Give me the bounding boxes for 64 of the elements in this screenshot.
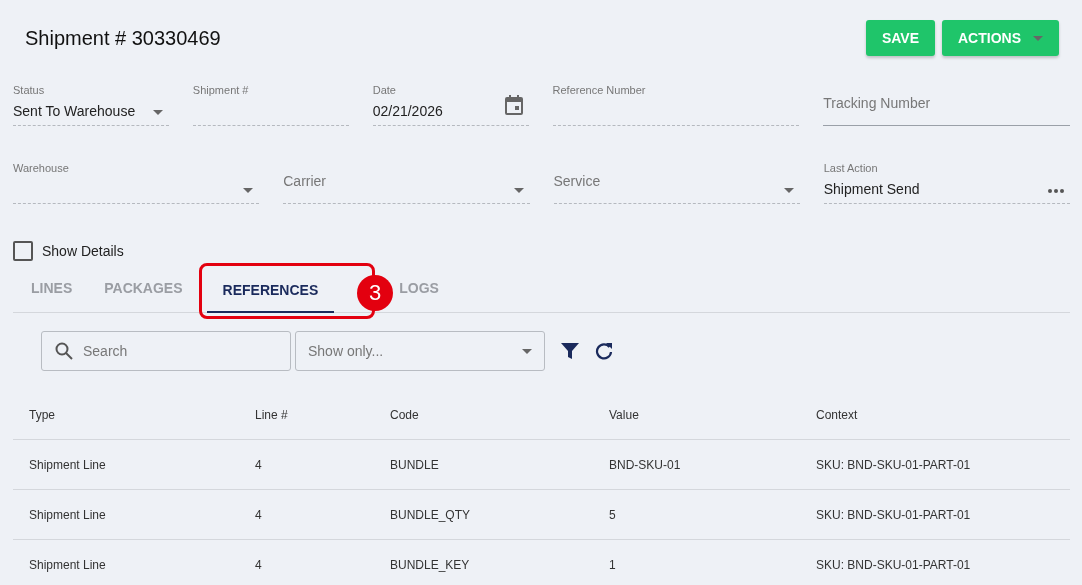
field-label: Warehouse xyxy=(13,162,69,174)
column-header: Context xyxy=(800,391,1070,440)
table-cell: 1 xyxy=(593,539,800,585)
field-placeholder: Carrier xyxy=(283,173,327,189)
field-value: Shipment Send xyxy=(823,181,920,197)
search-icon xyxy=(55,342,73,360)
calendar-icon[interactable] xyxy=(504,95,523,115)
table-cell: BUNDLE_QTY xyxy=(374,489,593,540)
more-icon[interactable] xyxy=(1048,189,1064,193)
table-cell: SKU: BND-SKU-01-PART-01 xyxy=(800,489,1070,540)
table-cell: SKU: BND-SKU-01-PART-01 xyxy=(800,439,1070,490)
show-only-dropdown[interactable]: Show only... xyxy=(295,331,545,371)
dropdown-field[interactable]: Service xyxy=(553,160,800,204)
field-label: Reference Number xyxy=(552,84,646,96)
checkbox[interactable] xyxy=(13,241,33,261)
field-label: Status xyxy=(13,84,45,96)
column-header: Value xyxy=(593,391,800,440)
tab[interactable]: PACKAGES xyxy=(88,264,199,311)
table-cell: BUNDLE xyxy=(374,439,593,490)
column-header: Code xyxy=(374,391,593,440)
filter-icon[interactable] xyxy=(561,343,579,359)
input-field[interactable]: Tracking Number xyxy=(823,82,1071,126)
tab[interactable]: LINES xyxy=(15,264,89,311)
table-cell: Shipment Line xyxy=(13,439,239,490)
table-cell: BUNDLE_KEY xyxy=(374,539,593,585)
page-title: Shipment # 30330469 xyxy=(25,26,221,50)
table-cell: Shipment Line xyxy=(13,539,239,585)
field-label: Date xyxy=(372,84,396,96)
search-field[interactable]: Search xyxy=(41,331,291,371)
field-label: Shipment # xyxy=(192,84,249,96)
dropdown-caret-icon xyxy=(783,188,794,193)
dropdown-field[interactable]: Warehouse xyxy=(13,160,260,204)
field-placeholder: Service xyxy=(553,173,601,189)
checkbox-label: Show Details xyxy=(42,243,124,259)
actions-button[interactable]: ACTIONS xyxy=(942,20,1059,56)
dropdown-field[interactable]: Carrier xyxy=(283,160,530,204)
tab[interactable]: REFERENCES xyxy=(206,266,335,313)
table-cell: SKU: BND-SKU-01-PART-01 xyxy=(800,539,1070,585)
table-cell: Shipment Line xyxy=(13,489,239,540)
column-header: Type xyxy=(13,391,239,440)
dropdown-caret-icon xyxy=(243,188,254,193)
dropdown-field[interactable]: Status Sent To Warehouse xyxy=(13,82,169,126)
column-header: Line # xyxy=(239,391,374,440)
input-field[interactable]: Reference Number xyxy=(552,82,800,126)
tab[interactable]: LOGS xyxy=(395,264,455,311)
caret-icon xyxy=(1033,35,1043,41)
input-field[interactable]: Shipment # xyxy=(192,82,349,126)
dropdown-caret-icon xyxy=(513,188,524,193)
field-placeholder: Tracking Number xyxy=(823,95,931,111)
field-value: 02/21/2026 xyxy=(372,103,443,119)
field-value: Sent To Warehouse xyxy=(13,103,136,119)
table-cell: 5 xyxy=(593,489,800,540)
input-field[interactable]: Date 02/21/2026 xyxy=(372,82,529,126)
dropdown-caret-icon xyxy=(152,110,163,115)
refresh-icon[interactable] xyxy=(595,342,613,360)
table-cell: 4 xyxy=(239,439,374,490)
save-button[interactable]: SAVE xyxy=(865,20,935,56)
table-cell: 4 xyxy=(239,539,374,585)
caret-icon xyxy=(522,348,532,354)
step-badge: 3 xyxy=(357,275,394,311)
table-cell: BND-SKU-01 xyxy=(593,439,800,490)
field-label: Last Action xyxy=(823,162,878,174)
input-field[interactable]: Last Action Shipment Send xyxy=(823,160,1070,204)
table-cell: 4 xyxy=(239,489,374,540)
